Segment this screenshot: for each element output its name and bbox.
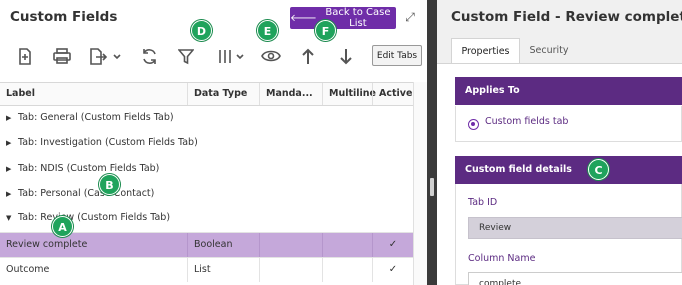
applies-to-section: Custom fields tab	[455, 106, 682, 142]
tab-security[interactable]: Security	[520, 38, 578, 64]
cell-data-type: Boolean	[187, 233, 259, 257]
group-row-ndis[interactable]: ▶ Tab: NDIS (Custom Fields Tab)	[0, 157, 413, 181]
eye-icon[interactable]	[260, 45, 282, 67]
table-row[interactable]: Outcome List ✓	[0, 257, 413, 282]
arrow-left-icon: 🡐	[290, 13, 317, 24]
custom-field-details-section: Tab ID Review Column Name complete	[455, 184, 682, 285]
marker-a: A	[52, 216, 73, 237]
cell-label: Review complete	[6, 239, 88, 250]
cell-mandatory	[259, 258, 322, 282]
group-label: Tab: Investigation (Custom Fields Tab)	[18, 137, 198, 148]
caret-down-icon: ▼	[6, 214, 12, 222]
cell-multiline	[322, 233, 372, 257]
page-title: Custom Fields	[10, 9, 118, 25]
cell-mandatory	[259, 233, 322, 257]
group-row-general[interactable]: ▶ Tab: General (Custom Fields Tab)	[0, 106, 413, 130]
marker-f: F	[315, 20, 336, 41]
detail-title: Custom Field - Review complete	[451, 9, 682, 25]
filter-icon[interactable]	[176, 45, 196, 67]
print-icon[interactable]	[52, 45, 72, 67]
custom-fields-tab-radio[interactable]	[468, 119, 479, 130]
marker-e: E	[257, 20, 278, 41]
applies-to-header: Applies To	[455, 77, 682, 105]
back-to-case-list-button[interactable]: 🡐 Back to Case List	[290, 7, 396, 29]
tab-id-label: Tab ID	[468, 197, 498, 208]
column-name-label: Column Name	[468, 253, 536, 264]
marker-b: B	[99, 174, 120, 195]
cell-active-check-icon: ✓	[372, 258, 413, 282]
edit-tabs-button[interactable]: Edit Tabs	[372, 45, 422, 66]
expand-icon[interactable]: ⤢	[403, 10, 417, 24]
radio-label[interactable]: Custom fields tab	[485, 116, 568, 127]
cell-label: Outcome	[6, 264, 50, 275]
cell-data-type: List	[187, 258, 259, 282]
splitter[interactable]	[427, 0, 437, 285]
group-label: Tab: Review (Custom Fields Tab)	[18, 212, 171, 223]
caret-right-icon: ▶	[6, 165, 12, 173]
group-label: Tab: Personal (Case Contact)	[18, 188, 155, 199]
refresh-icon[interactable]	[139, 45, 159, 67]
cell-active-check-icon: ✓	[372, 233, 413, 257]
scrollbar[interactable]	[413, 82, 427, 285]
custom-fields-panel: Custom Fields 🡐 Back to Case List ⤢ Edit…	[0, 0, 427, 285]
column-header-label[interactable]: Label	[0, 83, 187, 105]
caret-right-icon: ▶	[6, 190, 12, 198]
columns-icon[interactable]	[216, 45, 248, 67]
marker-c: C	[588, 159, 609, 180]
group-row-investigation[interactable]: ▶ Tab: Investigation (Custom Fields Tab)	[0, 131, 413, 155]
column-header-data-type[interactable]: Data Type	[187, 83, 259, 105]
custom-field-detail-panel: Custom Field - Review complete Propertie…	[437, 0, 682, 285]
add-document-icon[interactable]	[16, 45, 34, 67]
tab-properties[interactable]: Properties	[451, 38, 520, 64]
tab-id-field[interactable]: Review	[468, 217, 682, 239]
cell-multiline	[322, 258, 372, 282]
caret-right-icon: ▶	[6, 139, 12, 147]
export-icon[interactable]	[88, 45, 124, 67]
arrow-up-icon[interactable]	[299, 45, 317, 67]
column-header-mandatory[interactable]: Manda...	[259, 83, 322, 105]
marker-d: D	[191, 20, 212, 41]
arrow-down-icon[interactable]	[337, 45, 355, 67]
group-row-personal[interactable]: ▶ Tab: Personal (Case Contact)	[0, 182, 413, 206]
column-header-multiline[interactable]: Multiline	[322, 83, 376, 105]
column-header-active[interactable]: Active	[372, 83, 413, 105]
grid-header: Label Data Type Manda... Multiline Activ…	[0, 82, 413, 106]
splitter-handle[interactable]	[430, 178, 434, 196]
column-name-field[interactable]: complete	[468, 272, 682, 285]
group-label: Tab: NDIS (Custom Fields Tab)	[18, 163, 160, 174]
custom-field-details-header: Custom field details	[455, 156, 682, 184]
group-label: Tab: General (Custom Fields Tab)	[18, 112, 174, 123]
caret-right-icon: ▶	[6, 114, 12, 122]
